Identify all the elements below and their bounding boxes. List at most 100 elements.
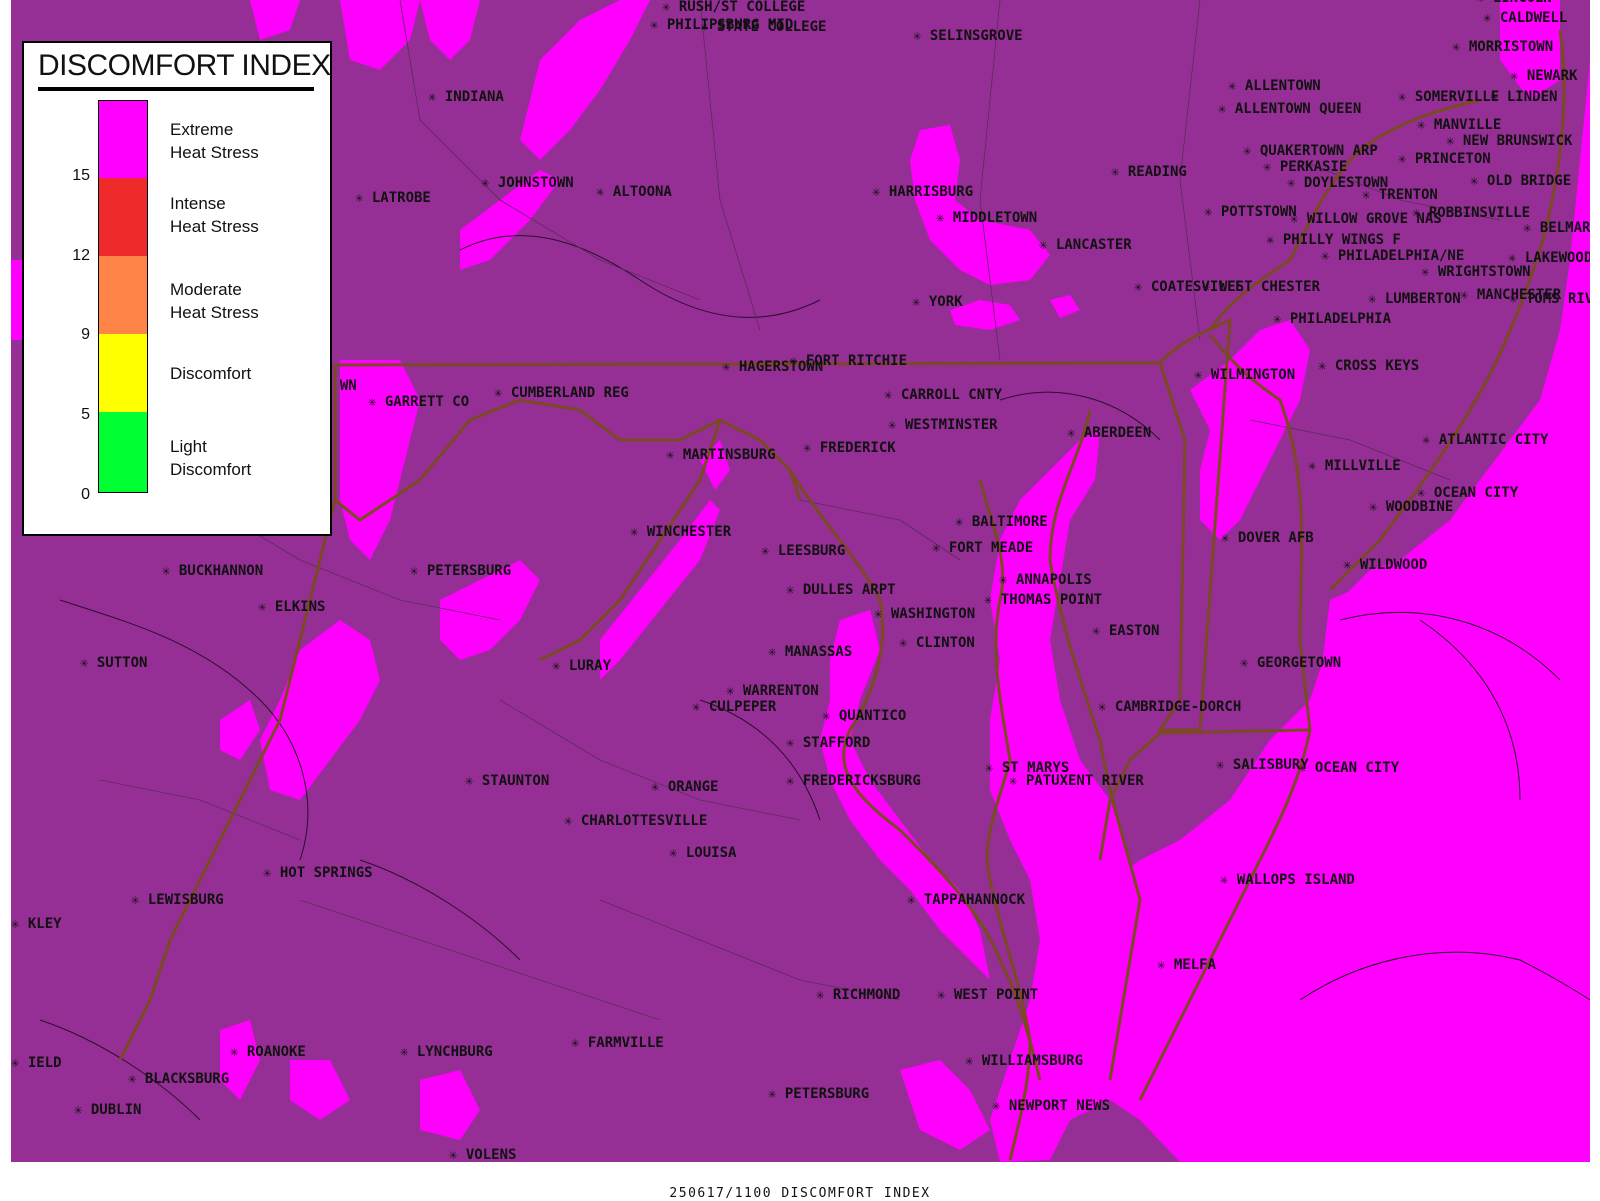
legend-label-intense-line2: Heat Stress xyxy=(170,217,259,236)
legend-label-extreme-line1: Extreme xyxy=(170,120,234,139)
legend-label-intense-line1: Intense xyxy=(170,194,226,213)
station-label: ✳ LURAY xyxy=(552,658,612,674)
station-label: ✳ STAUNTON xyxy=(465,773,549,789)
station-label: ✳ CLINTON xyxy=(899,635,975,651)
station-label: ✳ SUTTON xyxy=(80,655,147,671)
station-label: ✳ RUSH/ST COLLEGE xyxy=(662,0,805,15)
station-label: ✳ PHILLY WINGS F xyxy=(1266,232,1401,248)
station-label: ✳ HARRISBURG xyxy=(872,184,973,200)
station-label: ✳ LOUISA xyxy=(669,845,737,861)
station-label: ✳ ALLENTOWN QUEEN xyxy=(1218,101,1361,117)
legend-label-moderate-line2: Heat Stress xyxy=(170,303,259,322)
legend-label-extreme-line2: Heat Stress xyxy=(170,143,259,162)
station-label: ✳ NEW BRUNSWICK xyxy=(1446,133,1573,149)
station-label: ✳ CULPEPER xyxy=(692,699,777,715)
legend-swatch-extreme xyxy=(98,100,148,178)
station-label: ✳ TOMS RIVER xyxy=(1509,291,1600,307)
legend-swatch-light xyxy=(98,412,148,493)
station-label: ✳ QUANTICO xyxy=(822,708,906,724)
map-footer-caption: 250617/1100 DISCOMFORT INDEX xyxy=(669,1186,931,1201)
station-label: ✳ ABERDEEN xyxy=(1067,425,1151,441)
station-label: ✳ RICHMOND xyxy=(816,987,900,1003)
legend-swatch-discomfort xyxy=(98,334,148,412)
station-label: ✳ ELKINS xyxy=(258,599,325,615)
legend-tick-9: 9 xyxy=(81,326,90,343)
station-label: ✳ ROANOKE xyxy=(230,1044,306,1060)
station-label: ✳ IELD xyxy=(11,1055,62,1071)
station-label: ✳ YORK xyxy=(912,294,963,310)
station-label: ✳ PHILADELPHIA xyxy=(1273,311,1392,327)
station-label: ✳ BALTIMORE xyxy=(955,514,1048,530)
legend-label-moderate-line1: Moderate xyxy=(170,280,242,299)
station-label: ✳ LEWISBURG xyxy=(131,892,224,908)
station-label: ✳ LEESBURG xyxy=(761,543,845,559)
station-label: ✳ LANCASTER xyxy=(1039,237,1132,253)
legend-swatch-intense xyxy=(98,178,148,256)
station-label: ✳ JOHNSTOWN xyxy=(481,175,574,191)
station-label: ✳ DOVER AFB xyxy=(1221,530,1314,546)
legend-label-discomfort: Discomfort xyxy=(170,362,251,385)
station-label: ✳ MARTINSBURG xyxy=(666,447,776,463)
station-label: ✳ NEWPORT NEWS xyxy=(992,1098,1110,1114)
station-label: ✳ WEST CHESTER xyxy=(1202,279,1321,295)
station-label: ✳ FARMVILLE xyxy=(571,1035,664,1051)
station-label: ✳ LYNCHBURG xyxy=(400,1044,493,1060)
legend-label-intense: Intense Heat Stress xyxy=(170,192,259,238)
station-label: ✳ SALISBURY xyxy=(1216,757,1309,773)
station-label: ✳ LINDEN xyxy=(1490,89,1557,105)
legend-tick-12: 12 xyxy=(72,247,90,264)
station-label: ✳ FREDERICK xyxy=(803,440,896,456)
station-label: ✳ DUBLIN xyxy=(74,1102,141,1118)
station-label: ✳ WESTMINSTER xyxy=(888,417,998,433)
station-label: ✳ FORT RITCHIE xyxy=(789,353,907,369)
station-label: ✳ VOLENS xyxy=(449,1147,516,1163)
station-label: ✳ OLD BRIDGE xyxy=(1470,173,1571,189)
station-label: ✳ WRIGHTSTOWN xyxy=(1421,264,1531,280)
station-label: ✳ BUCKHANNON xyxy=(162,563,263,579)
station-label: ✳ BELMAR xyxy=(1523,220,1591,236)
station-label: ✳ WOODBINE xyxy=(1369,499,1453,515)
station-label: ✳ WINCHESTER xyxy=(630,524,732,540)
station-label: ✳ BLACKSBURG xyxy=(128,1071,229,1087)
station-label: ✳ PRINCETON xyxy=(1398,151,1491,167)
station-label: ✳ POTTSTOWN xyxy=(1204,204,1297,220)
station-label: ✳ READING xyxy=(1111,164,1187,180)
legend-title-underline xyxy=(38,87,314,91)
station-label: ✳ FREDERICKSBURG xyxy=(786,773,921,789)
station-label: ✳ LINCOLN xyxy=(1476,0,1552,6)
legend-title: DISCOMFORT INDEX xyxy=(38,49,331,82)
station-label: ✳ WALLOPS ISLAND xyxy=(1220,872,1355,888)
station-label: ✳ MORRISTOWN xyxy=(1452,39,1553,55)
station-label: ✳ QUAKERTOWN ARP xyxy=(1243,143,1378,159)
station-label: ✳ CAMBRIDGE-DORCH xyxy=(1098,699,1241,715)
station-label: ✳ TRENTON xyxy=(1362,187,1438,203)
legend-tick-15: 15 xyxy=(72,167,90,184)
station-label: ✳ CUMBERLAND REG xyxy=(494,385,629,401)
station-label: ✳ WASHINGTON xyxy=(874,606,975,622)
station-label: ✳ ANNAPOLIS xyxy=(999,572,1092,588)
station-label: ✳ WARRENTON xyxy=(726,683,819,699)
legend-label-extreme: Extreme Heat Stress xyxy=(170,118,259,164)
station-label: ✳ SELINSGROVE xyxy=(913,28,1023,44)
legend-label-moderate: Moderate Heat Stress xyxy=(170,278,259,324)
legend-label-light-line1: Light xyxy=(170,437,207,456)
station-label: ✳ PETERSBURG xyxy=(768,1086,869,1102)
station-label: ✳ GARRETT CO xyxy=(368,394,469,410)
station-label: ✳ CALDWELL xyxy=(1483,10,1567,26)
station-label: ✳ INDIANA xyxy=(428,89,504,105)
station-label: ✳ ALLENTOWN xyxy=(1228,78,1321,94)
station-label: ✳ EASTON xyxy=(1092,623,1159,639)
station-label: ✳ MILLVILLE xyxy=(1308,458,1401,474)
station-label: ✳ CHARLOTTESVILLE xyxy=(564,813,707,829)
legend-swatch-moderate xyxy=(98,256,148,334)
station-label: ✳ CARROLL CNTY xyxy=(884,387,1003,403)
station-label: ✳ WEST POINT xyxy=(937,987,1038,1003)
legend-tick-5: 5 xyxy=(81,406,90,423)
station-label: ✳ FORT MEADE xyxy=(932,540,1033,556)
station-label: ✳ MANVILLE xyxy=(1417,117,1501,133)
station-label: ✳ THOMAS POINT xyxy=(984,592,1102,608)
station-label: ✳ WILLIAMSBURG xyxy=(965,1053,1083,1069)
station-label: ✳ MELFA xyxy=(1157,957,1217,973)
legend-label-light-line2: Discomfort xyxy=(170,460,252,479)
station-label: ✳ HOT SPRINGS xyxy=(263,865,373,881)
